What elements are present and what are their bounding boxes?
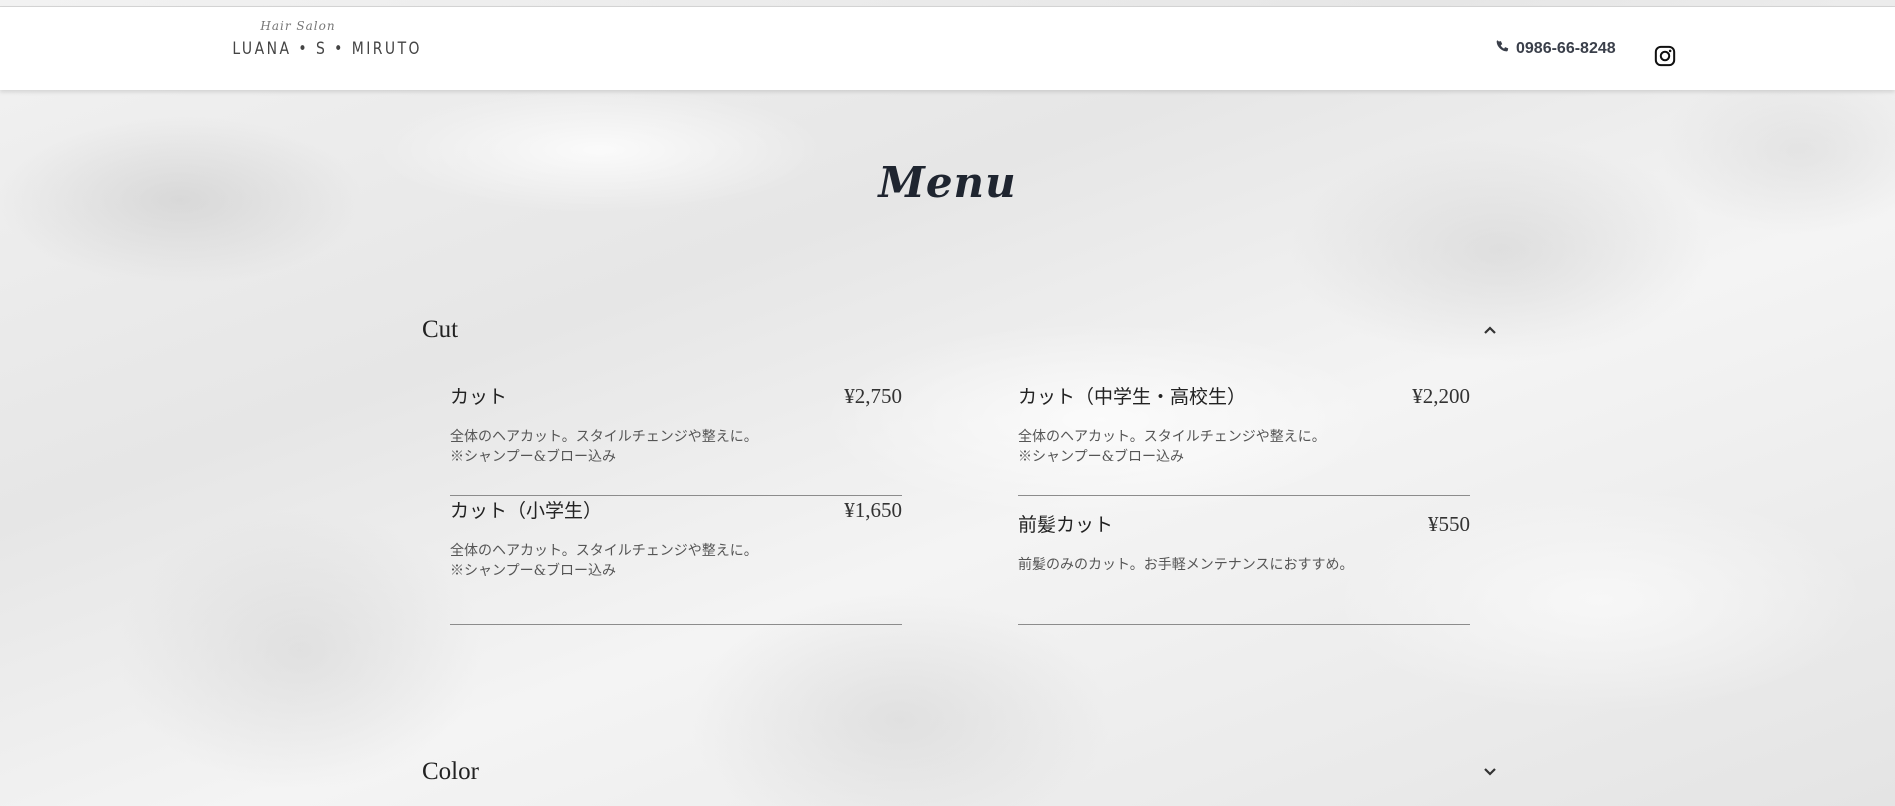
- item-description: 全体のヘアカット。スタイルチェンジや整えに。 ※シャンプー&ブロー込み: [450, 429, 758, 465]
- item-price: ¥550: [1428, 512, 1470, 536]
- item-description: 全体のヘアカット。スタイルチェンジや整えに。 ※シャンプー&ブロー込み: [450, 543, 758, 579]
- chevron-down-icon[interactable]: [1482, 764, 1498, 780]
- page-title: Menu: [878, 158, 1017, 207]
- section-title: Color: [422, 758, 479, 785]
- site-header: Hair Salon LUANA • S • MIRUTO 0986-66-82…: [0, 7, 1895, 90]
- item-name: カット: [450, 386, 508, 408]
- item-price: ¥2,750: [844, 384, 902, 408]
- item-name: 前髪カット: [1018, 514, 1114, 536]
- menu-item: 前髪カット ¥550 前髪のみのカット。お手軽メンテナンスにおすすめ。: [1018, 496, 1470, 625]
- menu-item: カット ¥2,750 全体のヘアカット。スタイルチェンジや整えに。 ※シャンプー…: [450, 382, 902, 496]
- logo-name: LUANA • S • MIRUTO: [232, 39, 422, 59]
- menu-items-grid: カット ¥2,750 全体のヘアカット。スタイルチェンジや整えに。 ※シャンプー…: [450, 382, 1470, 625]
- phone-number: 0986-66-8248: [1516, 40, 1616, 57]
- chevron-up-icon[interactable]: [1482, 322, 1498, 338]
- phone-icon: [1495, 39, 1510, 59]
- item-price: ¥1,650: [844, 498, 902, 522]
- menu-section-color: Color: [422, 758, 1498, 786]
- item-name: カット（中学生・高校生）: [1018, 386, 1247, 408]
- site-logo[interactable]: Hair Salon LUANA • S • MIRUTO: [218, 19, 422, 59]
- instagram-icon[interactable]: [1654, 45, 1676, 67]
- accordion-header-cut[interactable]: Cut: [422, 316, 1498, 344]
- menu-section-cut: Cut カット ¥2,750 全体のヘアカット。スタイルチェンジや整えに。 ※シ…: [422, 316, 1498, 625]
- accordion-header-color[interactable]: Color: [422, 758, 1498, 786]
- phone-link[interactable]: 0986-66-8248: [1495, 39, 1616, 59]
- menu-item: カット（小学生） ¥1,650 全体のヘアカット。スタイルチェンジや整えに。 ※…: [450, 496, 902, 625]
- item-price: ¥2,200: [1412, 384, 1470, 408]
- item-description: 前髪のみのカット。お手軽メンテナンスにおすすめ。: [1018, 557, 1354, 573]
- section-title: Cut: [422, 316, 459, 343]
- item-name: カット（小学生）: [450, 500, 603, 522]
- item-description: 全体のヘアカット。スタイルチェンジや整えに。 ※シャンプー&ブロー込み: [1018, 429, 1326, 465]
- logo-subtitle: Hair Salon: [260, 19, 336, 33]
- menu-item: カット（中学生・高校生） ¥2,200 全体のヘアカット。スタイルチェンジや整え…: [1018, 382, 1470, 496]
